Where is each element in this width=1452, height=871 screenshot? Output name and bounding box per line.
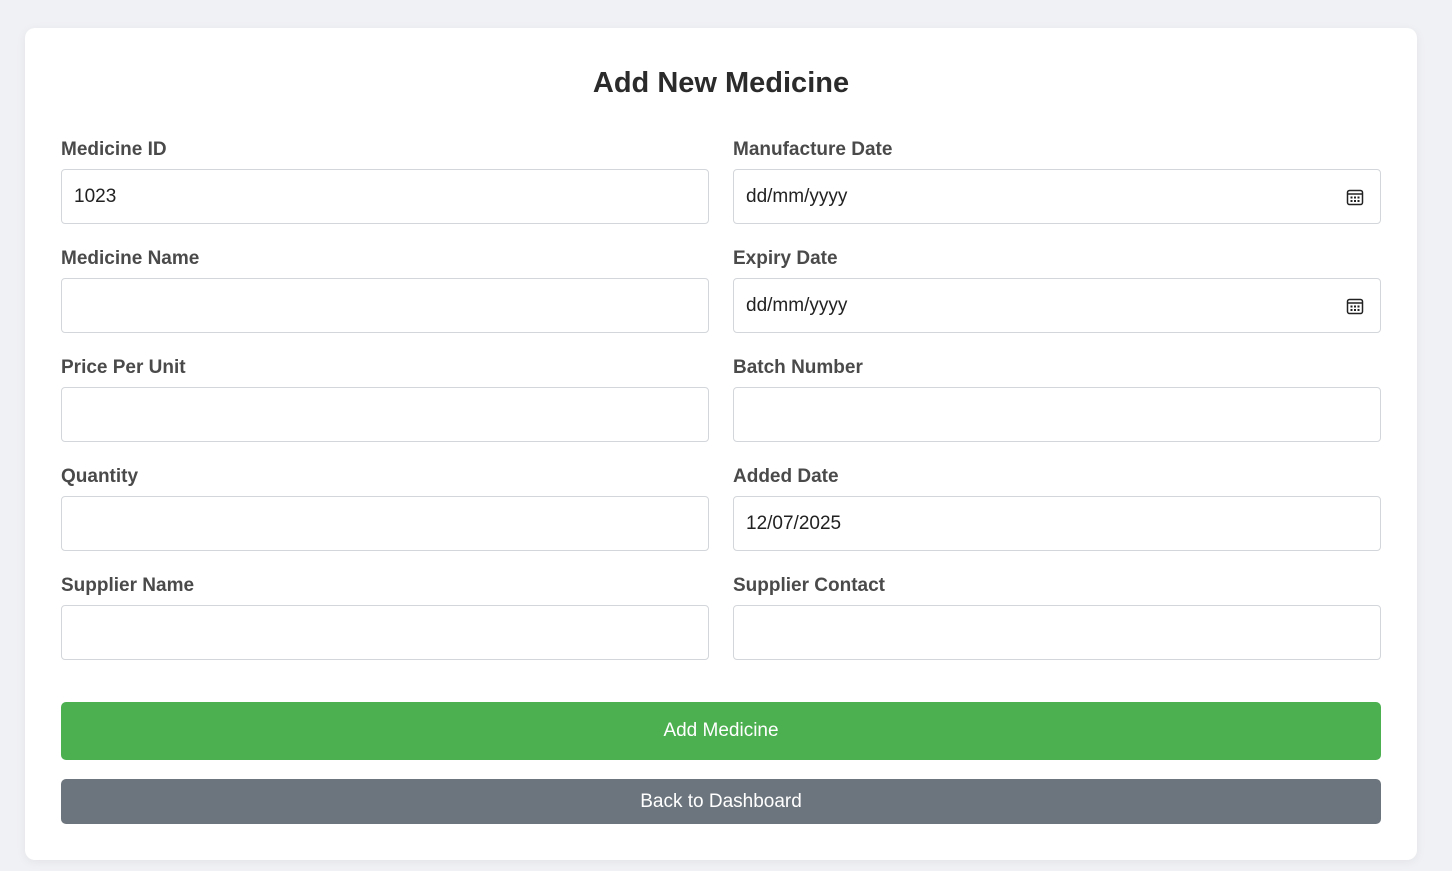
medicine-id-input[interactable]: 1023 <box>61 169 709 224</box>
supplier-name-label: Supplier Name <box>61 575 195 596</box>
price-per-unit-input[interactable] <box>61 387 709 442</box>
expiry-date-value: dd/mm/yyyy <box>746 294 848 316</box>
calendar-icon[interactable] <box>1346 188 1364 206</box>
field-quantity: Quantity <box>61 465 709 574</box>
manufacture-date-input[interactable]: dd/mm/yyyy <box>733 169 1381 224</box>
back-to-dashboard-button-label: Back to Dashboard <box>640 790 802 812</box>
quantity-input[interactable] <box>61 496 709 551</box>
supplier-contact-label: Supplier Contact <box>733 575 886 596</box>
medicine-name-input[interactable] <box>61 278 709 333</box>
back-to-dashboard-button[interactable]: Back to Dashboard <box>61 779 1381 824</box>
field-batch-number: Batch Number <box>733 356 1381 465</box>
supplier-contact-input[interactable] <box>733 605 1381 660</box>
medicine-form: Medicine ID 1023 Manufacture Date dd/mm/… <box>61 138 1381 683</box>
added-date-label: Added Date <box>733 466 839 487</box>
added-date-value: 12/07/2025 <box>746 512 842 534</box>
expiry-date-label: Expiry Date <box>733 248 838 269</box>
quantity-label: Quantity <box>61 466 139 487</box>
batch-number-label: Batch Number <box>733 357 863 378</box>
field-supplier-contact: Supplier Contact <box>733 574 1381 683</box>
field-price-per-unit: Price Per Unit <box>61 356 709 465</box>
field-manufacture-date: Manufacture Date dd/mm/yyyy <box>733 138 1381 247</box>
supplier-name-input[interactable] <box>61 605 709 660</box>
medicine-id-value: 1023 <box>74 185 117 207</box>
medicine-name-label: Medicine Name <box>61 248 200 269</box>
field-added-date: Added Date 12/07/2025 <box>733 465 1381 574</box>
add-medicine-button[interactable]: Add Medicine <box>61 702 1381 760</box>
add-medicine-button-label: Add Medicine <box>663 720 779 741</box>
page-title: Add New Medicine <box>592 67 850 99</box>
added-date-input[interactable]: 12/07/2025 <box>733 496 1381 551</box>
expiry-date-input[interactable]: dd/mm/yyyy <box>733 278 1381 333</box>
manufacture-date-label: Manufacture Date <box>733 139 893 160</box>
field-expiry-date: Expiry Date dd/mm/yyyy <box>733 247 1381 356</box>
field-medicine-name: Medicine Name <box>61 247 709 356</box>
calendar-icon[interactable] <box>1346 297 1364 315</box>
field-medicine-id: Medicine ID 1023 <box>61 138 709 247</box>
price-per-unit-label: Price Per Unit <box>61 357 186 378</box>
field-supplier-name: Supplier Name <box>61 574 709 683</box>
medicine-id-label: Medicine ID <box>61 139 167 160</box>
add-medicine-card: Add New Medicine Medicine ID 1023 Manufa… <box>25 28 1417 860</box>
manufacture-date-value: dd/mm/yyyy <box>746 185 848 207</box>
batch-number-input[interactable] <box>733 387 1381 442</box>
